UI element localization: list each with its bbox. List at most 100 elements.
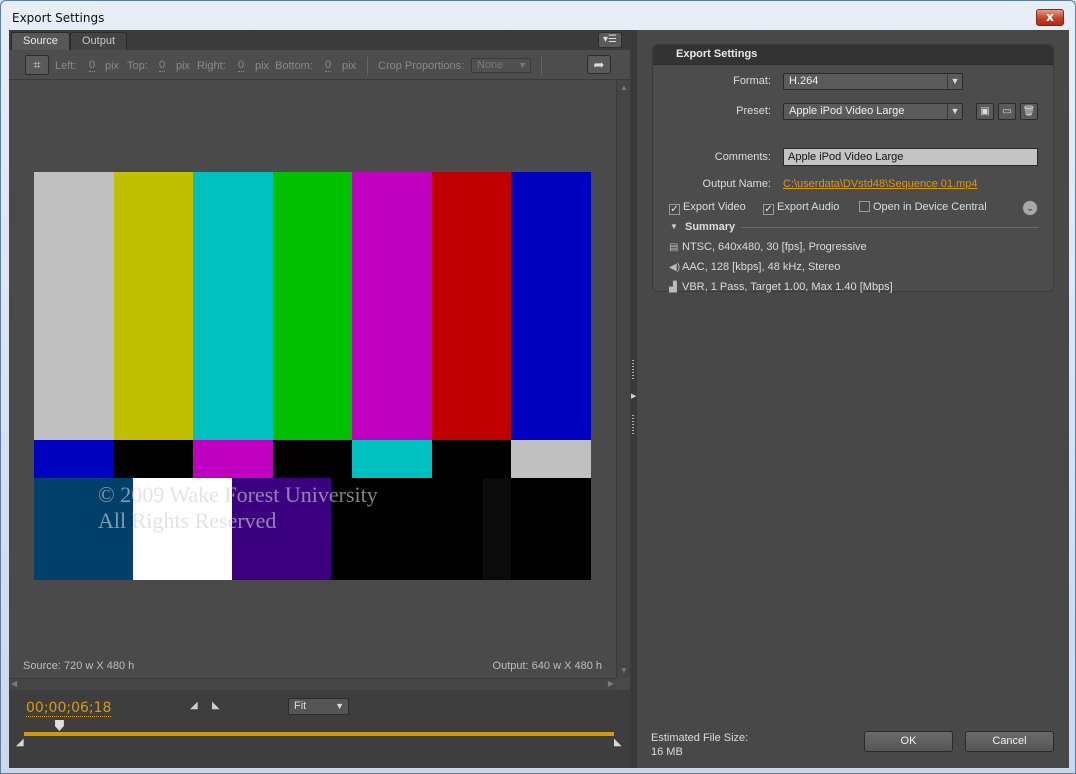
color-bar [511,172,591,440]
panel-splitter[interactable]: ▶ [630,30,637,768]
format-value: H.264 [789,75,819,87]
scroll-right-icon[interactable]: ▶ [608,679,614,688]
splitter-grip-icon [632,360,634,380]
watermark-line-1: © 2009 Wake Forest University [98,482,378,507]
summary-bitrate-row: ▟ VBR, 1 Pass, Target 1.00, Max 1.40 [Mbp… [669,281,893,293]
color-bar [113,172,194,440]
color-bar [511,478,591,580]
crop-proportions-select[interactable]: None ▼ [471,58,531,73]
watermark-line-2: All Rights Reserved [98,508,277,533]
crop-top-label: Top: [127,60,148,72]
scroll-up-icon[interactable]: ▲ [620,83,628,92]
dialog-client-area: Source Output ▾☰ ⌗ Left: 0 pix Top: 0 pi… [9,30,1069,768]
toolbar-divider [541,57,542,75]
crop-bottom-value[interactable]: 0 [325,60,332,72]
summary-audio-text: AAC, 128 [kbps], 48 kHz, Stereo [682,261,841,273]
divider [741,227,1039,228]
checkbox-icon[interactable] [859,201,870,212]
scroll-down-icon[interactable]: ▼ [620,666,628,675]
crop-proportions-value: None [477,59,504,71]
crop-top-value[interactable]: 0 [159,60,166,72]
speaker-icon: ◀) [669,262,681,273]
output-name-label: Output Name: [702,178,771,190]
device-central-label: Open in Device Central [873,201,987,213]
output-dimensions: Output: 640 w X 480 h [492,660,602,672]
checkbox-icon[interactable]: ✓ [763,204,774,215]
export-audio-checkbox[interactable]: ✓ Export Audio [763,201,839,215]
summary-bitrate-text: VBR, 1 Pass, Target 1.00, Max 1.40 [Mbps… [682,281,893,293]
work-area-end-icon[interactable]: ◣ [614,737,622,748]
comments-label: Comments: [714,151,771,163]
zoom-level-value: Fit [294,700,307,712]
preset-label: Preset: [736,105,771,117]
zoom-level-select[interactable]: Fit ▼ [288,698,349,715]
export-video-checkbox[interactable]: ✓ Export Video [669,201,746,215]
crop-bottom-unit: pix [342,60,357,72]
cancel-button[interactable]: Cancel [965,731,1054,752]
copyright-watermark: © 2009 Wake Forest University All Rights… [98,482,378,534]
estimated-file-size-value: 16 MB [651,746,683,758]
settings-group-header: Export Settings [653,45,1053,64]
save-preset-icon[interactable]: ▣ [976,103,994,120]
tab-source[interactable]: Source [11,32,70,50]
set-out-point-icon[interactable]: ◣ [212,700,220,711]
comments-input[interactable]: Apple iPod Video Large [783,148,1038,166]
format-select[interactable]: H.264 ▼ [783,73,963,90]
color-bar [352,440,433,478]
crop-left-value[interactable]: 0 [89,60,96,72]
color-bar [511,440,591,478]
color-bar [272,172,353,440]
scroll-left-icon[interactable]: ◀ [11,679,17,688]
crop-left-label: Left: [55,60,77,72]
video-preview-area: © 2009 Wake Forest University All Rights… [9,80,616,678]
crop-left-unit: pix [105,60,120,72]
divider [653,64,1053,65]
output-name-link[interactable]: C:\userdata\DVstd48\Sequence 01.mp4 [783,178,977,190]
device-central-checkbox[interactable]: Open in Device Central [859,201,987,213]
current-timecode[interactable]: 00;00;06;18 [26,700,112,717]
crop-toolbar: ⌗ Left: 0 pix Top: 0 pix Right: 0 pix Bo… [9,50,630,80]
set-in-point-icon[interactable]: ◢ [190,700,198,711]
playhead-handle[interactable] [54,720,64,731]
close-button[interactable]: x [1036,9,1064,26]
splitter-grip-icon [632,415,634,435]
horizontal-scrollbar[interactable]: ◀ ▶ [9,678,616,690]
color-bar [431,172,512,440]
film-icon: ▤ [669,242,679,253]
preset-select[interactable]: Apple iPod Video Large ▼ [783,103,963,120]
crop-proportions-label: Crop Proportions: [378,60,465,72]
chevron-down-icon: ▼ [947,104,962,119]
summary-video-text: NTSC, 640x480, 30 [fps], Progressive [682,241,867,253]
timeline-track[interactable] [24,732,614,736]
color-bar [272,440,353,478]
checkbox-icon[interactable]: ✓ [669,204,680,215]
work-area-start-icon[interactable]: ◢ [16,737,24,748]
export-video-label: Export Video [683,201,746,213]
color-bar [431,440,512,478]
import-preset-folder-icon[interactable]: ▭ [998,103,1016,120]
crop-icon[interactable]: ⌗ [25,55,49,75]
delete-preset-trash-icon[interactable]: 🗑 [1020,103,1038,120]
export-settings-group: Export Settings Format: H.264 ▼ Preset: … [652,44,1054,293]
expand-options-chevron-icon[interactable]: ⌄ [1022,200,1038,216]
color-bar [193,172,274,440]
share-arrow-icon[interactable]: ➦ [587,55,611,74]
color-bar [34,440,115,478]
vertical-scrollbar[interactable]: ▲ ▼ [616,80,630,678]
summary-disclosure-triangle-icon[interactable]: ▼ [670,222,678,231]
export-settings-window: Export Settings x Source Output ▾☰ ⌗ Lef… [0,0,1076,774]
panel-menu-icon[interactable]: ▾☰ [598,32,622,48]
title-bar: Export Settings x [1,1,1075,33]
collapse-arrow-icon[interactable]: ▶ [631,392,636,400]
crop-bottom-label: Bottom: [275,60,313,72]
ok-button[interactable]: OK [864,731,953,752]
tab-output[interactable]: Output [70,32,128,50]
color-bar [113,440,194,478]
crop-right-value[interactable]: 0 [238,60,245,72]
export-audio-label: Export Audio [777,201,840,213]
source-panel: Source Output ▾☰ ⌗ Left: 0 pix Top: 0 pi… [9,30,630,768]
summary-audio-row: ◀) AAC, 128 [kbps], 48 kHz, Stereo [669,261,840,273]
estimated-file-size-label: Estimated File Size: [651,732,749,744]
export-settings-panel: Export Settings Format: H.264 ▼ Preset: … [637,30,1069,768]
preset-value: Apple iPod Video Large [789,105,905,117]
